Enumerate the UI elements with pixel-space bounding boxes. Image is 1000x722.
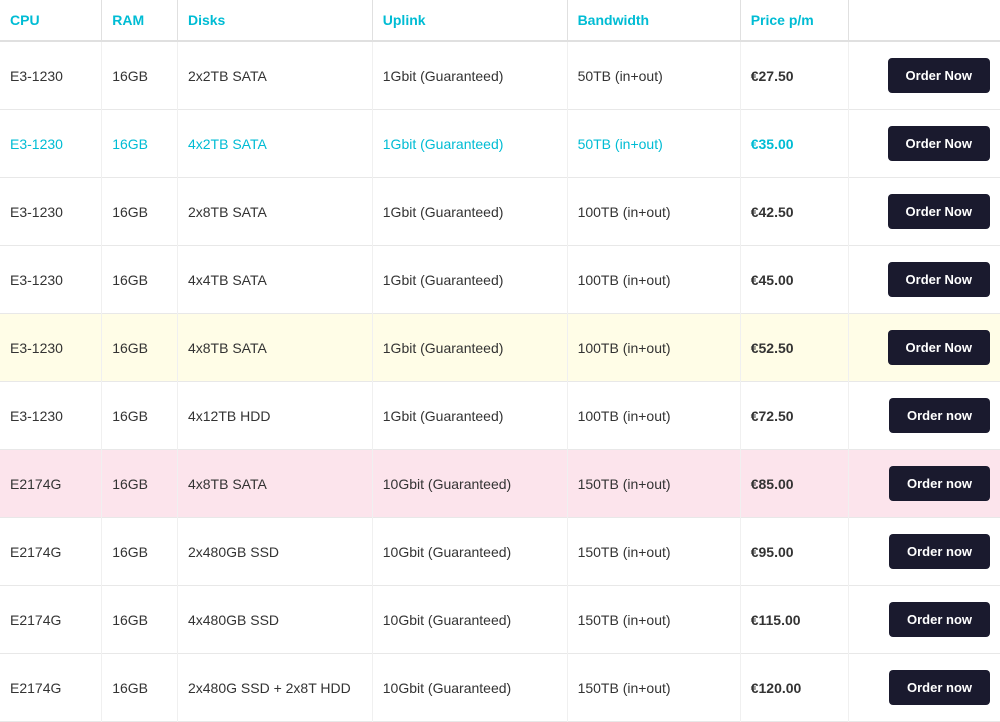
col-header-bandwidth: Bandwidth — [567, 0, 740, 41]
cell-disks: 2x480G SSD + 2x8T HDD — [177, 654, 372, 722]
order-now-button[interactable]: Order now — [889, 466, 990, 501]
table-header-row: CPU RAM Disks Uplink Bandwidth Price p/m — [0, 0, 1000, 41]
cell-uplink: 1Gbit (Guaranteed) — [372, 314, 567, 382]
cell-bandwidth: 50TB (in+out) — [567, 110, 740, 178]
cell-action: Order now — [848, 382, 1000, 450]
col-header-uplink: Uplink — [372, 0, 567, 41]
cell-disks: 4x8TB SATA — [177, 450, 372, 518]
table-row: E2174G16GB2x480GB SSD10Gbit (Guaranteed)… — [0, 518, 1000, 586]
cell-price: €115.00 — [740, 586, 848, 654]
cell-uplink: 1Gbit (Guaranteed) — [372, 41, 567, 110]
cell-price: €27.50 — [740, 41, 848, 110]
cell-ram: 16GB — [102, 110, 178, 178]
cell-disks: 2x8TB SATA — [177, 178, 372, 246]
order-now-button[interactable]: Order now — [889, 534, 990, 569]
cell-bandwidth: 150TB (in+out) — [567, 654, 740, 722]
cell-price: €52.50 — [740, 314, 848, 382]
cell-bandwidth: 100TB (in+out) — [567, 382, 740, 450]
cell-bandwidth: 150TB (in+out) — [567, 518, 740, 586]
cell-ram: 16GB — [102, 41, 178, 110]
cell-bandwidth: 50TB (in+out) — [567, 41, 740, 110]
cell-bandwidth: 150TB (in+out) — [567, 586, 740, 654]
col-header-price: Price p/m — [740, 0, 848, 41]
cell-bandwidth: 100TB (in+out) — [567, 178, 740, 246]
cell-ram: 16GB — [102, 382, 178, 450]
cell-uplink: 1Gbit (Guaranteed) — [372, 178, 567, 246]
order-now-button[interactable]: Order Now — [888, 262, 990, 297]
cell-cpu: E3-1230 — [0, 246, 102, 314]
cell-cpu: E2174G — [0, 450, 102, 518]
cell-cpu: E3-1230 — [0, 41, 102, 110]
cell-ram: 16GB — [102, 654, 178, 722]
cell-cpu: E2174G — [0, 518, 102, 586]
cell-cpu: E3-1230 — [0, 110, 102, 178]
table-row: E3-123016GB4x12TB HDD1Gbit (Guaranteed)1… — [0, 382, 1000, 450]
cell-bandwidth: 150TB (in+out) — [567, 450, 740, 518]
cell-ram: 16GB — [102, 450, 178, 518]
cell-action: Order now — [848, 518, 1000, 586]
cell-action: Order now — [848, 654, 1000, 722]
cell-action: Order Now — [848, 314, 1000, 382]
col-header-disks: Disks — [177, 0, 372, 41]
cell-disks: 4x8TB SATA — [177, 314, 372, 382]
cell-price: €45.00 — [740, 246, 848, 314]
cell-action: Order Now — [848, 246, 1000, 314]
cell-ram: 16GB — [102, 246, 178, 314]
cell-price: €85.00 — [740, 450, 848, 518]
order-now-button[interactable]: Order now — [889, 670, 990, 705]
cell-price: €120.00 — [740, 654, 848, 722]
cell-ram: 16GB — [102, 178, 178, 246]
cell-disks: 4x480GB SSD — [177, 586, 372, 654]
cell-ram: 16GB — [102, 314, 178, 382]
table-row: E3-123016GB2x8TB SATA1Gbit (Guaranteed)1… — [0, 178, 1000, 246]
table-row: E3-123016GB2x2TB SATA1Gbit (Guaranteed)5… — [0, 41, 1000, 110]
cell-bandwidth: 100TB (in+out) — [567, 246, 740, 314]
cell-disks: 2x2TB SATA — [177, 41, 372, 110]
cell-ram: 16GB — [102, 518, 178, 586]
order-now-button[interactable]: Order now — [889, 602, 990, 637]
table-row: E3-123016GB4x2TB SATA1Gbit (Guaranteed)5… — [0, 110, 1000, 178]
col-header-cpu: CPU — [0, 0, 102, 41]
cell-price: €35.00 — [740, 110, 848, 178]
cell-action: Order Now — [848, 110, 1000, 178]
cell-uplink: 1Gbit (Guaranteed) — [372, 110, 567, 178]
cell-uplink: 10Gbit (Guaranteed) — [372, 450, 567, 518]
order-now-button[interactable]: Order Now — [888, 58, 990, 93]
cell-uplink: 1Gbit (Guaranteed) — [372, 246, 567, 314]
cell-price: €42.50 — [740, 178, 848, 246]
cell-uplink: 10Gbit (Guaranteed) — [372, 518, 567, 586]
server-pricing-table: CPU RAM Disks Uplink Bandwidth Price p/m… — [0, 0, 1000, 722]
cell-cpu: E3-1230 — [0, 178, 102, 246]
cell-uplink: 1Gbit (Guaranteed) — [372, 382, 567, 450]
table-row: E2174G16GB4x480GB SSD10Gbit (Guaranteed)… — [0, 586, 1000, 654]
cell-price: €72.50 — [740, 382, 848, 450]
table-row: E3-123016GB4x8TB SATA1Gbit (Guaranteed)1… — [0, 314, 1000, 382]
table-row: E2174G16GB2x480G SSD + 2x8T HDD10Gbit (G… — [0, 654, 1000, 722]
cell-action: Order now — [848, 450, 1000, 518]
order-now-button[interactable]: Order Now — [888, 126, 990, 161]
cell-uplink: 10Gbit (Guaranteed) — [372, 586, 567, 654]
cell-disks: 4x12TB HDD — [177, 382, 372, 450]
cell-ram: 16GB — [102, 586, 178, 654]
col-header-ram: RAM — [102, 0, 178, 41]
col-header-action — [848, 0, 1000, 41]
cell-price: €95.00 — [740, 518, 848, 586]
cell-cpu: E3-1230 — [0, 314, 102, 382]
cell-action: Order Now — [848, 178, 1000, 246]
cell-uplink: 10Gbit (Guaranteed) — [372, 654, 567, 722]
cell-disks: 4x4TB SATA — [177, 246, 372, 314]
cell-action: Order now — [848, 586, 1000, 654]
order-now-button[interactable]: Order Now — [888, 330, 990, 365]
cell-action: Order Now — [848, 41, 1000, 110]
cell-cpu: E2174G — [0, 654, 102, 722]
cell-disks: 2x480GB SSD — [177, 518, 372, 586]
cell-cpu: E2174G — [0, 586, 102, 654]
cell-disks: 4x2TB SATA — [177, 110, 372, 178]
table-row: E3-123016GB4x4TB SATA1Gbit (Guaranteed)1… — [0, 246, 1000, 314]
order-now-button[interactable]: Order now — [889, 398, 990, 433]
order-now-button[interactable]: Order Now — [888, 194, 990, 229]
cell-cpu: E3-1230 — [0, 382, 102, 450]
table-row: E2174G16GB4x8TB SATA10Gbit (Guaranteed)1… — [0, 450, 1000, 518]
cell-bandwidth: 100TB (in+out) — [567, 314, 740, 382]
